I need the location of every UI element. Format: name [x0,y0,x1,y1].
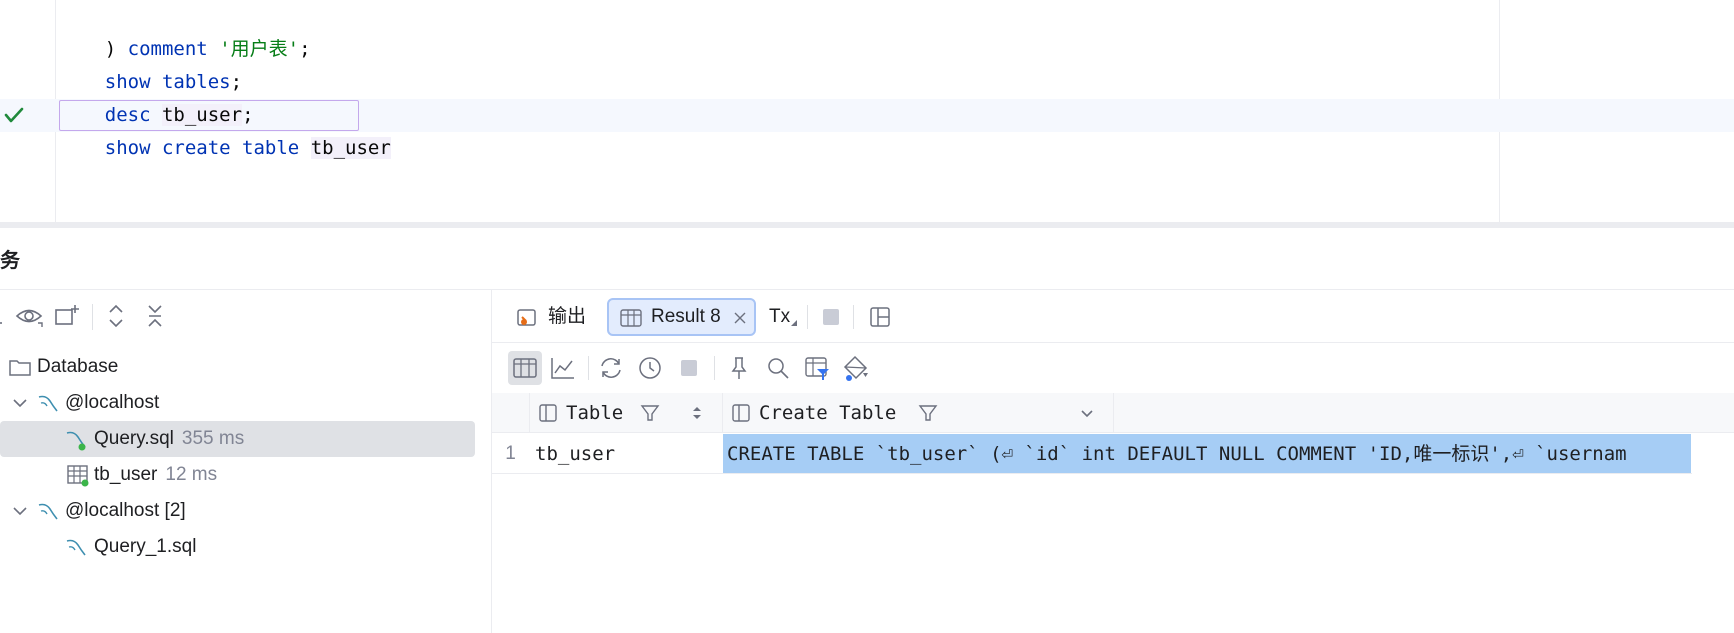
paint-bucket-icon[interactable] [841,353,871,383]
column-header-create-table[interactable]: Create Table [723,393,1114,433]
panel-header-divider [0,289,1734,290]
tree-item-label: @localhost [2] [65,500,186,521]
tree-item-database[interactable]: Database [8,349,118,385]
code-line-3[interactable]: desc tb_user; [59,66,254,126]
results-header-divider [492,342,1734,343]
toolbar-separator [807,305,808,329]
filter-icon[interactable] [640,403,660,423]
filter-table-icon[interactable] [802,353,832,383]
code-line-4[interactable]: show create table tb_user [59,99,391,159]
code-line-1[interactable]: ) comment '用户表'; [59,0,311,60]
cell-create-table[interactable]: CREATE TABLE `tb_user` (⏎ `id` int DEFAU… [723,434,1691,474]
table-view-icon[interactable] [508,351,542,385]
folder-icon [9,360,31,376]
sort-icon[interactable] [690,405,704,421]
eye-icon[interactable] [14,301,44,331]
tab-label: Result 8 [651,306,721,327]
code-token: ; [299,38,311,60]
stop-icon[interactable] [674,353,704,383]
column-header-label: Table [566,402,624,424]
grid-header: Table Create Table [492,393,1734,433]
mysql-query-icon [66,539,86,556]
sql-editor[interactable]: ) comment '用户表'; show tables; desc tb_us… [0,0,1734,222]
row-divider [492,473,1692,474]
tree-item-label: Query_1.sql [94,536,197,557]
output-icon [517,309,536,326]
toolbar-separator [92,304,93,330]
expand-all-icon[interactable] [101,301,131,331]
column-header-table[interactable]: Table [530,393,723,433]
checkmark-icon [4,107,24,123]
collapse-all-icon[interactable] [140,301,170,331]
tx-mode-button[interactable]: Tx [769,298,799,336]
chevron-down-icon[interactable] [8,499,32,523]
column-icon [732,404,750,422]
toolbar-separator [588,356,589,380]
chart-view-icon[interactable] [548,353,578,383]
panel-splitter[interactable] [0,222,1734,228]
code-identifier: tb_user [310,137,391,159]
table-icon [620,309,642,327]
row-number-header [492,393,530,433]
code-line-2[interactable]: show tables; [59,33,242,93]
table-row[interactable]: 1 tb_user CREATE TABLE `tb_user` (⏎ `id`… [0,434,1734,474]
column-header-label: Create Table [759,402,897,424]
tab-label: 输出 [548,306,587,327]
chevron-down-icon[interactable] [8,391,32,415]
tree-item-label: Database [37,356,119,377]
row-number: 1 [505,443,516,464]
add-tab-icon[interactable] [52,301,82,331]
history-icon[interactable] [635,353,665,383]
tab-result-8[interactable]: Result 8 [607,298,756,336]
close-icon[interactable] [733,311,747,325]
column-icon [539,404,557,422]
refresh-icon[interactable] [596,353,626,383]
layout-icon[interactable] [868,305,892,329]
tree-item-localhost-2[interactable]: @localhost [2] [8,493,186,529]
search-icon[interactable] [763,353,793,383]
tree-item-query-1-sql[interactable]: Query_1.sql [0,529,196,565]
toolbar-separator [714,356,715,380]
tab-output[interactable]: 输出 [512,298,592,336]
stop-icon[interactable] [819,305,843,329]
pin-icon[interactable] [724,353,754,383]
mysql-icon [38,395,58,412]
chevron-down-icon[interactable] [1079,405,1095,421]
services-panel-title: 务 [0,250,20,272]
tx-label: Tx [769,306,791,327]
toolbar-separator [853,305,854,329]
services-toolbar [0,296,490,336]
tree-item-localhost[interactable]: @localhost [8,385,159,421]
dropdown-corner-icon [791,320,797,326]
code-keyword: show create table [104,137,300,159]
cell-table[interactable]: tb_user [535,434,720,474]
tree-item-label: @localhost [65,392,160,413]
filter-icon[interactable] [918,403,938,423]
mysql-icon [38,503,58,520]
